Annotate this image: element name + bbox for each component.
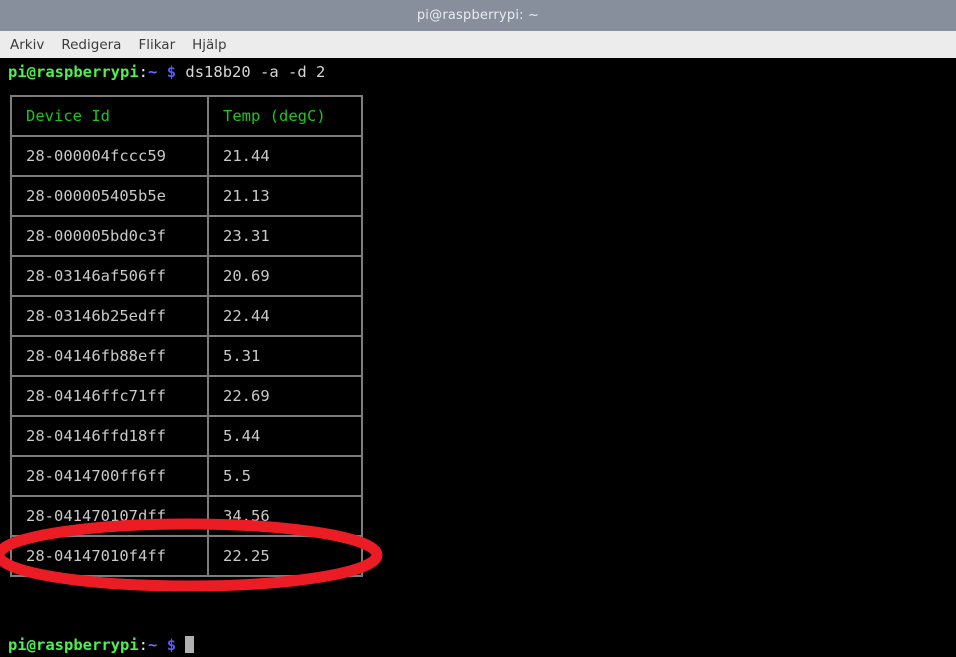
table-row: 28-04146ffd18ff 5.44 bbox=[10, 415, 363, 457]
menu-item-arkiv[interactable]: Arkiv bbox=[10, 37, 44, 53]
typed-command: ds18b20 -a -d 2 bbox=[176, 63, 326, 81]
table-body: 28-000004fccc59 21.44 28-000005405b5e 21.13… bbox=[10, 135, 363, 577]
table-row: 28-000005bd0c3f 23.31 bbox=[10, 215, 363, 257]
terminal-window: pi@raspberrypi: ~ Arkiv Redigera Flikar … bbox=[0, 0, 956, 657]
table-row: 28-000004fccc59 21.44 bbox=[10, 135, 363, 177]
active-prompt-line: pi@raspberrypi:~ $ bbox=[8, 636, 195, 654]
table-row: 28-03146af506ff 20.69 bbox=[10, 255, 363, 297]
prompt-symbol: $ bbox=[166, 63, 177, 81]
command-line: pi@raspberrypi:~ $ ds18b20 -a -d 2 bbox=[8, 63, 325, 81]
cell-temp: 5.5 bbox=[207, 455, 363, 497]
menu-item-flikar[interactable]: Flikar bbox=[138, 37, 175, 53]
cell-device-id: 28-03146b25edff bbox=[10, 295, 209, 337]
cell-device-id: 28-04146fb88eff bbox=[10, 335, 209, 377]
prompt-user-host: pi@raspberrypi bbox=[8, 63, 139, 81]
cell-temp: 22.69 bbox=[207, 375, 363, 417]
prompt-path: ~ bbox=[148, 63, 158, 81]
prompt-symbol-bottom: $ bbox=[166, 636, 177, 654]
cell-temp: 5.31 bbox=[207, 335, 363, 377]
column-header-temp: Temp (degC) bbox=[207, 95, 363, 137]
prompt-separator-bottom: : bbox=[138, 636, 148, 654]
cell-device-id: 28-041470107dff bbox=[10, 495, 209, 537]
cell-device-id: 28-03146af506ff bbox=[10, 255, 209, 297]
table-header-row: Device Id Temp (degC) bbox=[10, 95, 363, 137]
menu-item-redigera[interactable]: Redigera bbox=[61, 37, 121, 53]
cell-temp: 22.44 bbox=[207, 295, 363, 337]
cell-device-id: 28-04147010f4ff bbox=[10, 535, 209, 577]
table-row: 28-04146fb88eff 5.31 bbox=[10, 335, 363, 377]
cell-device-id: 28-0414700ff6ff bbox=[10, 455, 209, 497]
cell-device-id: 28-04146ffc71ff bbox=[10, 375, 209, 417]
prompt-path-bottom: ~ bbox=[148, 636, 158, 654]
cell-temp: 23.31 bbox=[207, 215, 363, 257]
column-header-device-id: Device Id bbox=[10, 95, 209, 137]
cell-device-id: 28-000004fccc59 bbox=[10, 135, 209, 177]
prompt-user-host-bottom: pi@raspberrypi bbox=[8, 636, 139, 654]
window-titlebar[interactable]: pi@raspberrypi: ~ bbox=[0, 0, 956, 31]
cell-device-id: 28-000005405b5e bbox=[10, 175, 209, 217]
cell-device-id: 28-000005bd0c3f bbox=[10, 215, 209, 257]
table-row: 28-041470107dff 34.56 bbox=[10, 495, 363, 537]
cell-temp: 22.25 bbox=[207, 535, 363, 577]
terminal-output-area[interactable]: pi@raspberrypi:~ $ ds18b20 -a -d 2 Devic… bbox=[0, 58, 956, 657]
menubar: Arkiv Redigera Flikar Hjälp bbox=[0, 31, 956, 58]
text-cursor bbox=[185, 636, 195, 653]
cell-temp: 34.56 bbox=[207, 495, 363, 537]
prompt-separator: : bbox=[138, 63, 148, 81]
menu-item-hjalp[interactable]: Hjälp bbox=[192, 37, 227, 53]
table-row: 28-04146ffc71ff 22.69 bbox=[10, 375, 363, 417]
table-row: 28-000005405b5e 21.13 bbox=[10, 175, 363, 217]
cell-temp: 21.44 bbox=[207, 135, 363, 177]
sensor-readings-table: Device Id Temp (degC) 28-000004fccc59 21.… bbox=[10, 95, 363, 577]
table-row: 28-03146b25edff 22.44 bbox=[10, 295, 363, 337]
table-row: 28-04147010f4ff 22.25 bbox=[10, 535, 363, 577]
window-title: pi@raspberrypi: ~ bbox=[416, 8, 540, 23]
cell-temp: 20.69 bbox=[207, 255, 363, 297]
cell-device-id: 28-04146ffd18ff bbox=[10, 415, 209, 457]
cell-temp: 5.44 bbox=[207, 415, 363, 457]
cell-temp: 21.13 bbox=[207, 175, 363, 217]
table-row: 28-0414700ff6ff 5.5 bbox=[10, 455, 363, 497]
